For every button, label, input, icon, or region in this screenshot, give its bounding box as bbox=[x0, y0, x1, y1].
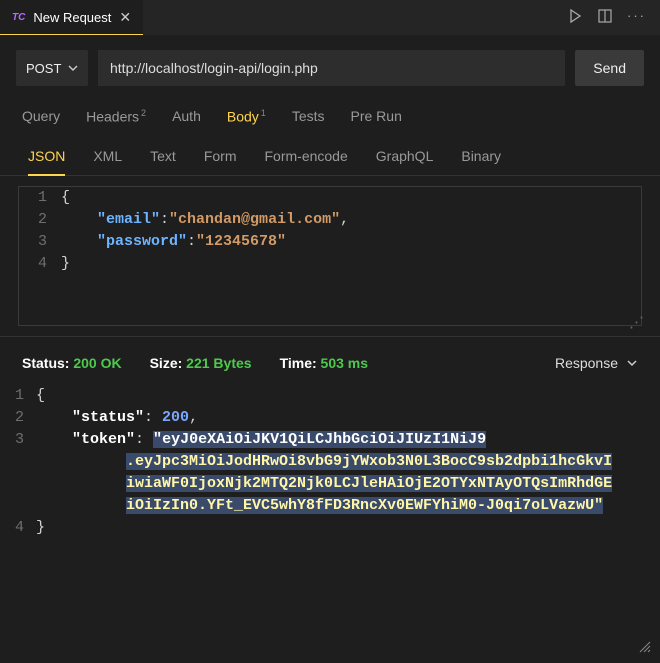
split-icon[interactable] bbox=[597, 8, 613, 27]
subtab-json[interactable]: JSON bbox=[28, 148, 65, 176]
tab-body[interactable]: Body1 bbox=[227, 108, 266, 125]
more-icon[interactable]: ··· bbox=[627, 8, 646, 27]
play-icon[interactable] bbox=[567, 8, 583, 27]
status-label: Status: bbox=[22, 355, 69, 371]
line-num: 4 bbox=[19, 253, 61, 275]
response-status-bar: Status: 200 OK Size: 221 Bytes Time: 503… bbox=[0, 336, 660, 381]
window-resize-icon[interactable] bbox=[636, 638, 652, 657]
response-dropdown[interactable]: Response bbox=[555, 355, 638, 371]
line-num: 3 bbox=[19, 231, 61, 253]
request-row: POST Send bbox=[0, 36, 660, 100]
request-main-tabs: Query Headers2 Auth Body1 Tests Pre Run bbox=[0, 100, 660, 132]
size-label: Size: bbox=[150, 355, 183, 371]
url-input[interactable] bbox=[98, 50, 565, 86]
method-select[interactable]: POST bbox=[16, 50, 88, 86]
time-value: 503 ms bbox=[321, 355, 368, 371]
tab-headers[interactable]: Headers2 bbox=[86, 108, 146, 125]
size-value: 221 Bytes bbox=[186, 355, 251, 371]
method-label: POST bbox=[26, 61, 61, 76]
line-num: 3 bbox=[0, 429, 36, 451]
tab-tests[interactable]: Tests bbox=[292, 108, 325, 124]
subtab-binary[interactable]: Binary bbox=[461, 148, 501, 175]
resize-handle-icon[interactable]: ⋰ bbox=[629, 313, 639, 323]
tab-prerun[interactable]: Pre Run bbox=[351, 108, 402, 124]
line-num: 1 bbox=[19, 187, 61, 209]
line-num: 1 bbox=[0, 385, 36, 407]
chevron-down-icon bbox=[626, 357, 638, 369]
editor-tabbar: TC New Request ✕ ··· bbox=[0, 0, 660, 36]
line-num: 2 bbox=[0, 407, 36, 429]
response-body-viewer[interactable]: 1{ 2 "status": 200, 3 "token": "eyJ0eXAi… bbox=[0, 381, 660, 539]
subtab-form[interactable]: Form bbox=[204, 148, 237, 175]
chevron-down-icon bbox=[68, 63, 78, 73]
body-subtabs: JSON XML Text Form Form-encode GraphQL B… bbox=[0, 138, 660, 176]
response-dropdown-label: Response bbox=[555, 355, 618, 371]
request-body-editor[interactable]: 1{ 2 "email":"chandan@gmail.com", 3 "pas… bbox=[18, 186, 642, 326]
editor-tab[interactable]: TC New Request ✕ bbox=[0, 0, 143, 35]
subtab-formencode[interactable]: Form-encode bbox=[265, 148, 348, 175]
tab-title: New Request bbox=[33, 10, 111, 25]
line-num: 4 bbox=[0, 517, 36, 539]
subtab-text[interactable]: Text bbox=[150, 148, 176, 175]
tab-auth[interactable]: Auth bbox=[172, 108, 201, 124]
tab-query[interactable]: Query bbox=[22, 108, 60, 124]
thunderclient-icon: TC bbox=[12, 12, 25, 23]
status-value: 200 OK bbox=[73, 355, 121, 371]
subtab-xml[interactable]: XML bbox=[93, 148, 122, 175]
send-button[interactable]: Send bbox=[575, 50, 644, 86]
subtab-graphql[interactable]: GraphQL bbox=[376, 148, 434, 175]
close-icon[interactable]: ✕ bbox=[119, 9, 131, 26]
line-num: 2 bbox=[19, 209, 61, 231]
time-label: Time: bbox=[280, 355, 317, 371]
